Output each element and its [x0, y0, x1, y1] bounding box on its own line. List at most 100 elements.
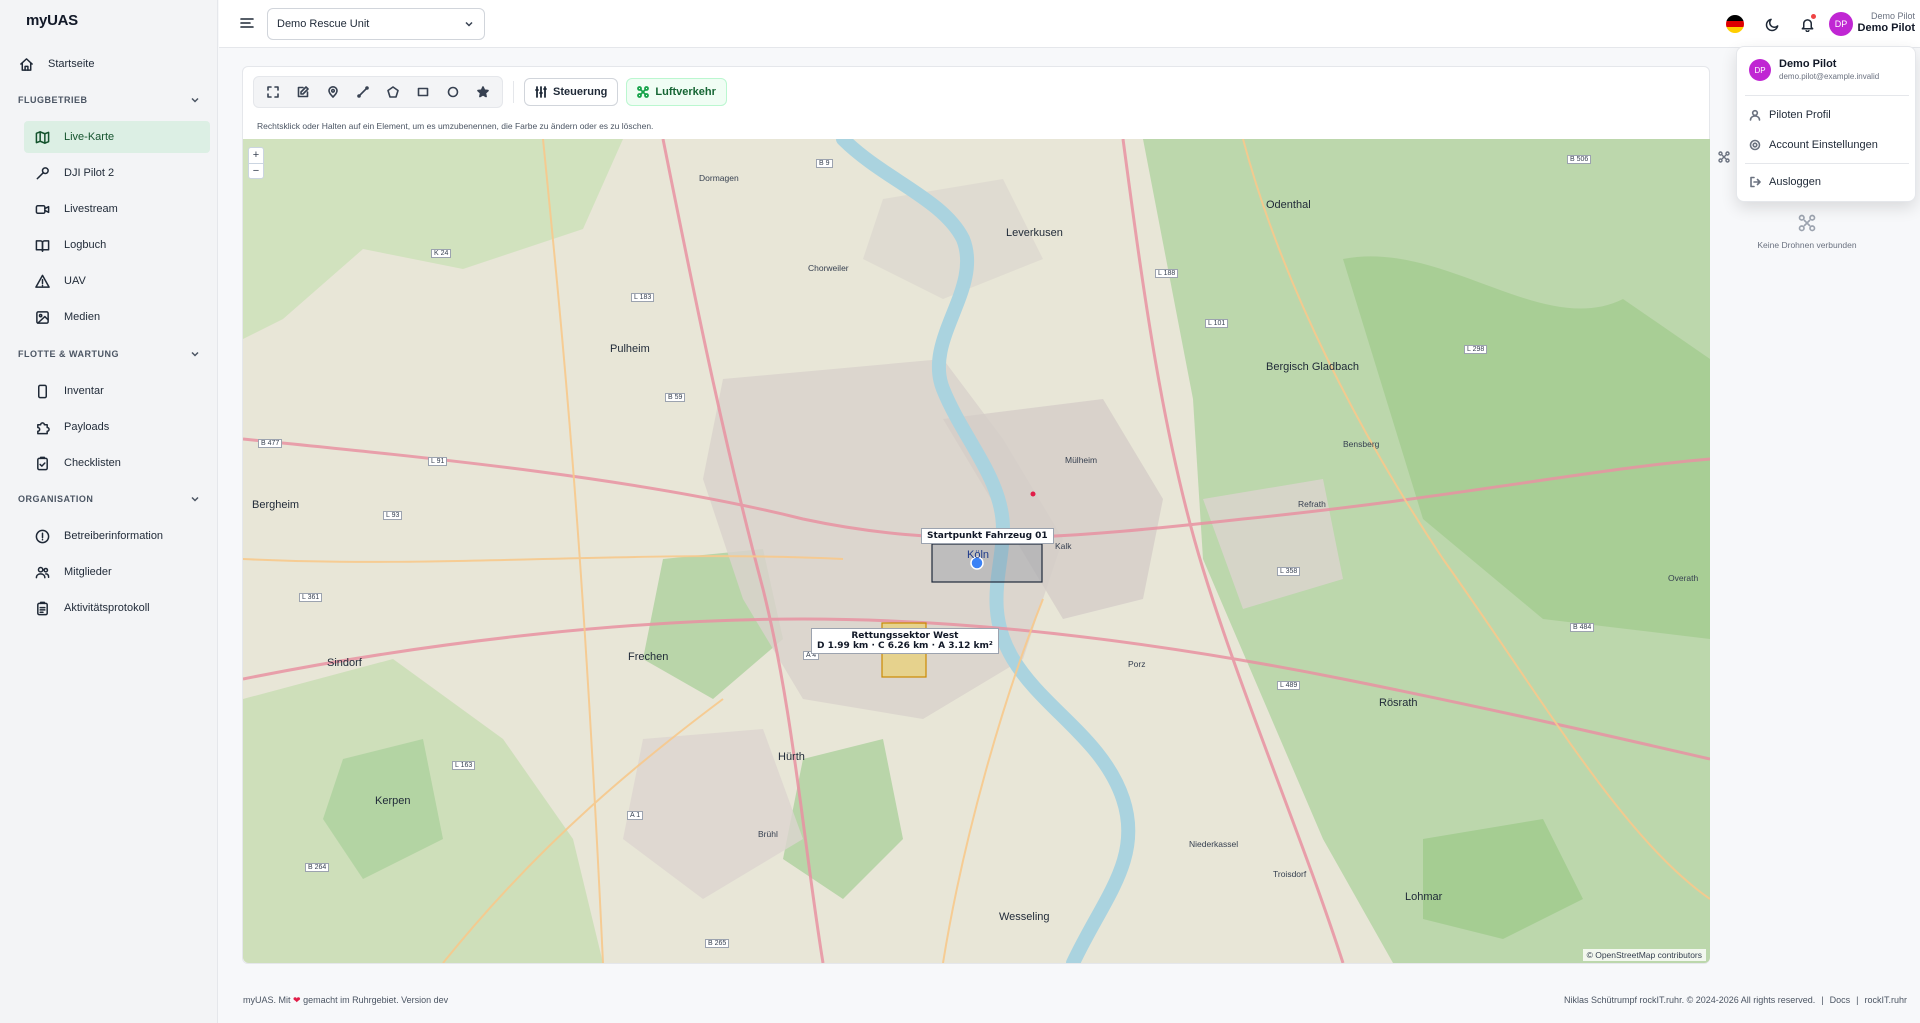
place-label: Bergisch Gladbach: [1266, 361, 1359, 373]
sector-label[interactable]: Rettungssektor West D 1.99 km · C 6.26 k…: [811, 628, 999, 654]
user-menu-name: Demo Pilot: [1779, 58, 1837, 70]
top-header: Demo Rescue Unit DP Demo Pilot Demo Pilo…: [219, 0, 1920, 48]
road-shield: L 101: [1205, 319, 1229, 328]
notifications-bell-icon[interactable]: [1797, 14, 1817, 34]
section-flugbetrieb[interactable]: FLUGBETRIEB: [18, 92, 200, 108]
user-menu-email: demo.pilot@example.invalid: [1779, 72, 1880, 81]
place-label: Niederkassel: [1189, 839, 1239, 849]
menu-item-piloten-profil[interactable]: Piloten Profil: [1745, 103, 1909, 127]
road-shield: B 9: [816, 159, 833, 168]
line-icon: [357, 86, 369, 98]
sidebar-item-medien[interactable]: Medien: [24, 301, 210, 333]
place-label: Mülheim: [1065, 455, 1098, 465]
road-shield: B 484: [1570, 623, 1595, 632]
language-flag-icon[interactable]: [1726, 15, 1744, 33]
menu-item-label: Account Einstellungen: [1769, 139, 1878, 151]
star-tool-button[interactable]: [468, 79, 498, 105]
map-hint-text: Rechtsklick oder Halten auf ein Element,…: [257, 121, 654, 131]
sidebar-item-label: DJI Pilot 2: [64, 167, 115, 179]
menu-toggle-icon[interactable]: [239, 15, 255, 31]
footer-right: Niklas Schütrumpf rockIT.ruhr. © 2024-20…: [1564, 995, 1907, 1005]
place-label: Hürth: [778, 751, 805, 763]
sidebar-item-mitglieder[interactable]: Mitglieder: [24, 556, 210, 588]
heart-icon: ❤: [293, 995, 301, 1005]
home-icon: [18, 56, 34, 72]
sidebar-item-label: Inventar: [64, 385, 104, 397]
road-shield: L 298: [1464, 345, 1488, 354]
sliders-icon: [535, 86, 547, 98]
unit-select[interactable]: Demo Rescue Unit: [267, 8, 485, 40]
road-shield: B 264: [305, 863, 330, 872]
marker-label[interactable]: Startpunkt Fahrzeug 01: [921, 528, 1054, 544]
map-canvas[interactable]: Bergisch Gladbach Odenthal Leverkusen Pu…: [243, 139, 1710, 963]
luftverkehr-button[interactable]: Luftverkehr: [626, 78, 727, 106]
place-label-koeln: Köln: [967, 549, 990, 561]
menu-item-ausloggen[interactable]: Ausloggen: [1745, 170, 1909, 194]
road-shield: L 361: [299, 593, 323, 602]
menu-item-label: Piloten Profil: [1769, 109, 1831, 121]
clipboard-list-icon: [34, 600, 50, 616]
polygon-tool-button[interactable]: [378, 79, 408, 105]
user-icon: [1749, 109, 1761, 121]
sidebar-item-startseite[interactable]: Startseite: [16, 48, 212, 80]
polygon-icon: [387, 86, 399, 98]
line-tool-button[interactable]: [348, 79, 378, 105]
circle-tool-button[interactable]: [438, 79, 468, 105]
sidebar-item-inventar[interactable]: Inventar: [24, 375, 210, 407]
rectangle-tool-button[interactable]: [408, 79, 438, 105]
sidebar-item-livestream[interactable]: Livestream: [24, 193, 210, 225]
sidebar-item-checklisten[interactable]: Checklisten: [24, 447, 210, 479]
place-label: Lohmar: [1405, 891, 1443, 903]
place-label: Porz: [1128, 659, 1146, 669]
user-avatar[interactable]: DP: [1829, 12, 1853, 36]
live-map-card: Steuerung Luftverkehr Rechtsklick oder H…: [242, 66, 1710, 964]
circle-icon: [447, 86, 459, 98]
sidebar-item-payloads[interactable]: Payloads: [24, 411, 210, 443]
zoom-out-button[interactable]: −: [249, 163, 263, 178]
map-attribution[interactable]: © OpenStreetMap contributors: [1582, 949, 1706, 961]
place-label: Overath: [1668, 573, 1699, 583]
image-icon: [34, 309, 50, 325]
place-label: Rösrath: [1379, 697, 1418, 709]
sidebar-item-aktivitaetsprotokoll[interactable]: Aktivitätsprotokoll: [24, 592, 210, 624]
select-tool-button[interactable]: [258, 79, 288, 105]
app-logo[interactable]: myUAS: [26, 12, 78, 29]
dark-mode-moon-icon[interactable]: [1762, 14, 1782, 34]
warning-triangle-icon: [34, 273, 50, 289]
sidebar-item-label: Payloads: [64, 421, 110, 433]
edit-tool-button[interactable]: [288, 79, 318, 105]
chevron-down-icon: [465, 21, 473, 27]
menu-divider: [1745, 163, 1909, 164]
sidebar-item-dji-pilot[interactable]: DJI Pilot 2: [24, 157, 210, 189]
road-shield: L 188: [1155, 269, 1179, 278]
sidebar-item-label: Checklisten: [64, 457, 121, 469]
drone-panel-toggle-icon[interactable]: [1718, 150, 1730, 168]
logout-icon: [1750, 176, 1761, 188]
section-flotte-wartung[interactable]: FLOTTE & WARTUNG: [18, 346, 200, 362]
menu-item-account-einstellungen[interactable]: Account Einstellungen: [1745, 133, 1909, 157]
edit-pencil-icon: [297, 86, 309, 98]
sidebar-item-logbuch[interactable]: Logbuch: [24, 229, 210, 261]
users-icon: [34, 564, 50, 580]
clipboard-check-icon: [34, 455, 50, 471]
menu-item-label: Ausloggen: [1769, 176, 1821, 188]
place-label: Troisdorf: [1273, 869, 1307, 879]
sidebar-item-label: Medien: [64, 311, 101, 323]
footer-docs-link[interactable]: Docs: [1830, 995, 1851, 1005]
zoom-in-button[interactable]: +: [249, 148, 263, 163]
sidebar-item-betreiberinformation[interactable]: Betreiberinformation: [24, 520, 210, 552]
sidebar-item-uav[interactable]: UAV: [24, 265, 210, 297]
section-organisation[interactable]: ORGANISATION: [18, 491, 200, 507]
sidebar-item-live-karte[interactable]: Live-Karte: [24, 121, 210, 153]
marker-tool-button[interactable]: [318, 79, 348, 105]
sidebar-item-label: Live-Karte: [64, 131, 115, 143]
road-shield: A 1: [627, 811, 644, 820]
sidebar-item-label: Betreiberinformation: [64, 530, 164, 542]
road-shield: L 358: [1277, 567, 1301, 576]
map-toolbar: Steuerung Luftverkehr: [253, 76, 735, 108]
place-label: Refrath: [1298, 499, 1326, 509]
steuerung-button[interactable]: Steuerung: [524, 78, 619, 106]
place-label: Wesseling: [999, 911, 1050, 923]
user-name-block[interactable]: Demo Pilot Demo Pilot: [1858, 11, 1915, 34]
footer-site-link[interactable]: rockIT.ruhr: [1864, 995, 1907, 1005]
